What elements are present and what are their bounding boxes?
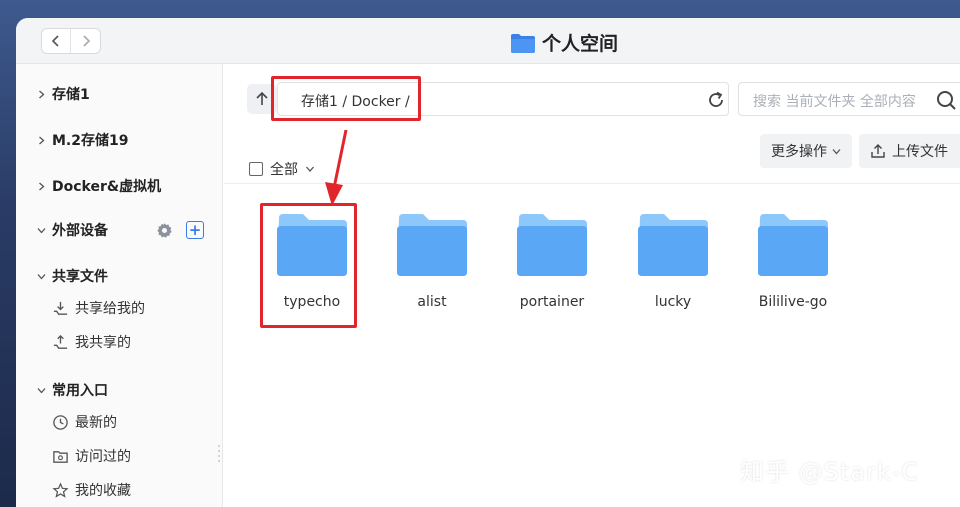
sidebar-item-recent[interactable]: 最新的 [52,409,117,435]
gear-icon [157,222,172,238]
back-button[interactable] [42,29,72,53]
sidebar-item-label: 存储1 [52,87,90,103]
sidebar-item-favorites[interactable]: 我的收藏 [52,477,131,503]
sidebar-item-label: 我的收藏 [75,483,131,499]
upload-label: 上传文件 [892,144,948,160]
sidebar-item-shared-files[interactable]: 共享文件 [16,262,223,290]
sidebar-item-storage1[interactable]: 存储1 [16,80,223,108]
add-device-button[interactable]: + [186,221,204,239]
file-manager-window: 个人空间 存储1 M.2存储19 Docker&虚拟机 外部设备 + 共享文件 … [16,18,960,507]
folder-item[interactable]: portainer [502,214,602,324]
chevron-right-icon [39,90,45,98]
chevron-left-icon [51,35,59,47]
folder-icon [758,214,828,276]
folder-icon [397,214,467,276]
sidebar-item-label: 最新的 [75,415,117,431]
settings-button[interactable] [156,216,174,244]
search-placeholder: 搜索 当前文件夹 全部内容 [753,94,916,110]
path-highlight-box [271,76,421,121]
folder-item[interactable]: lucky [623,214,723,324]
sidebar-item-label: 共享给我的 [75,301,145,317]
chevron-down-icon [37,387,46,393]
window-title-text: 个人空间 [542,33,619,55]
sidebar-item-label: 共享文件 [52,269,108,285]
search-icon[interactable] [935,89,957,111]
sidebar-item-m2-storage[interactable]: M.2存储19 [16,126,223,154]
folder-item[interactable]: Bililive-go [743,214,843,324]
star-icon [52,481,69,498]
sidebar-item-external-devices[interactable]: 外部设备 + [16,216,223,244]
chevron-down-icon [37,227,46,233]
upload-button[interactable]: 上传文件 [859,134,960,168]
arrow-up-icon [256,91,268,105]
forward-button[interactable] [71,29,100,53]
sidebar-item-my-shared[interactable]: 我共享的 [52,329,131,355]
sidebar-item-docker-vm[interactable]: Docker&虚拟机 [16,172,223,200]
nav-button-group [41,28,101,54]
chevron-down-icon [306,166,314,172]
resize-handle[interactable] [217,444,221,466]
title-bar: 个人空间 [16,18,960,64]
folder-name: alist [417,294,447,310]
watermark: 知乎 @Stark-C [740,458,920,486]
folder-name: portainer [519,294,585,310]
more-actions-label: 更多操作 [771,144,827,160]
clock-icon [53,414,68,430]
annotation-arrow [325,129,348,206]
share-upload-icon [53,334,68,349]
sidebar-item-label: 我共享的 [75,335,131,351]
folder-name: lucky [654,294,692,310]
sidebar-item-shared-with-me[interactable]: 共享给我的 [52,295,145,321]
folder-icon [511,33,535,53]
sidebar-item-label: 访问过的 [75,449,131,465]
select-all-checkbox[interactable] [249,162,263,176]
folder-icon [638,214,708,276]
share-download-icon [53,301,68,315]
window-title: 个人空间 [510,29,618,56]
folder-icon [517,214,587,276]
chevron-right-icon [39,182,45,190]
sidebar-item-label: M.2存储19 [52,133,129,149]
sidebar-item-common[interactable]: 常用入口 [16,376,223,404]
sidebar-item-label: 外部设备 [52,223,108,239]
select-all-label: 全部 [270,162,298,178]
more-actions-button[interactable]: 更多操作 [760,134,852,168]
folder-item[interactable]: alist [382,214,482,324]
chevron-right-icon [39,136,45,144]
upload-icon [871,144,885,158]
sidebar-item-label: 常用入口 [52,383,108,399]
sidebar-item-label: Docker&虚拟机 [52,179,162,195]
chevron-down-icon [37,273,46,279]
folder-name: Bililive-go [758,294,828,310]
folder-visited-icon [53,450,68,463]
chevron-right-icon [82,35,90,47]
search-input[interactable]: 搜索 当前文件夹 全部内容 [738,82,960,116]
select-all-dropdown[interactable]: 全部 [249,159,315,179]
refresh-icon[interactable] [706,90,726,110]
sidebar-item-visited[interactable]: 访问过的 [52,443,131,469]
sidebar: 存储1 M.2存储19 Docker&虚拟机 外部设备 + 共享文件 共享给我的… [16,64,223,507]
chevron-down-icon [832,148,841,154]
